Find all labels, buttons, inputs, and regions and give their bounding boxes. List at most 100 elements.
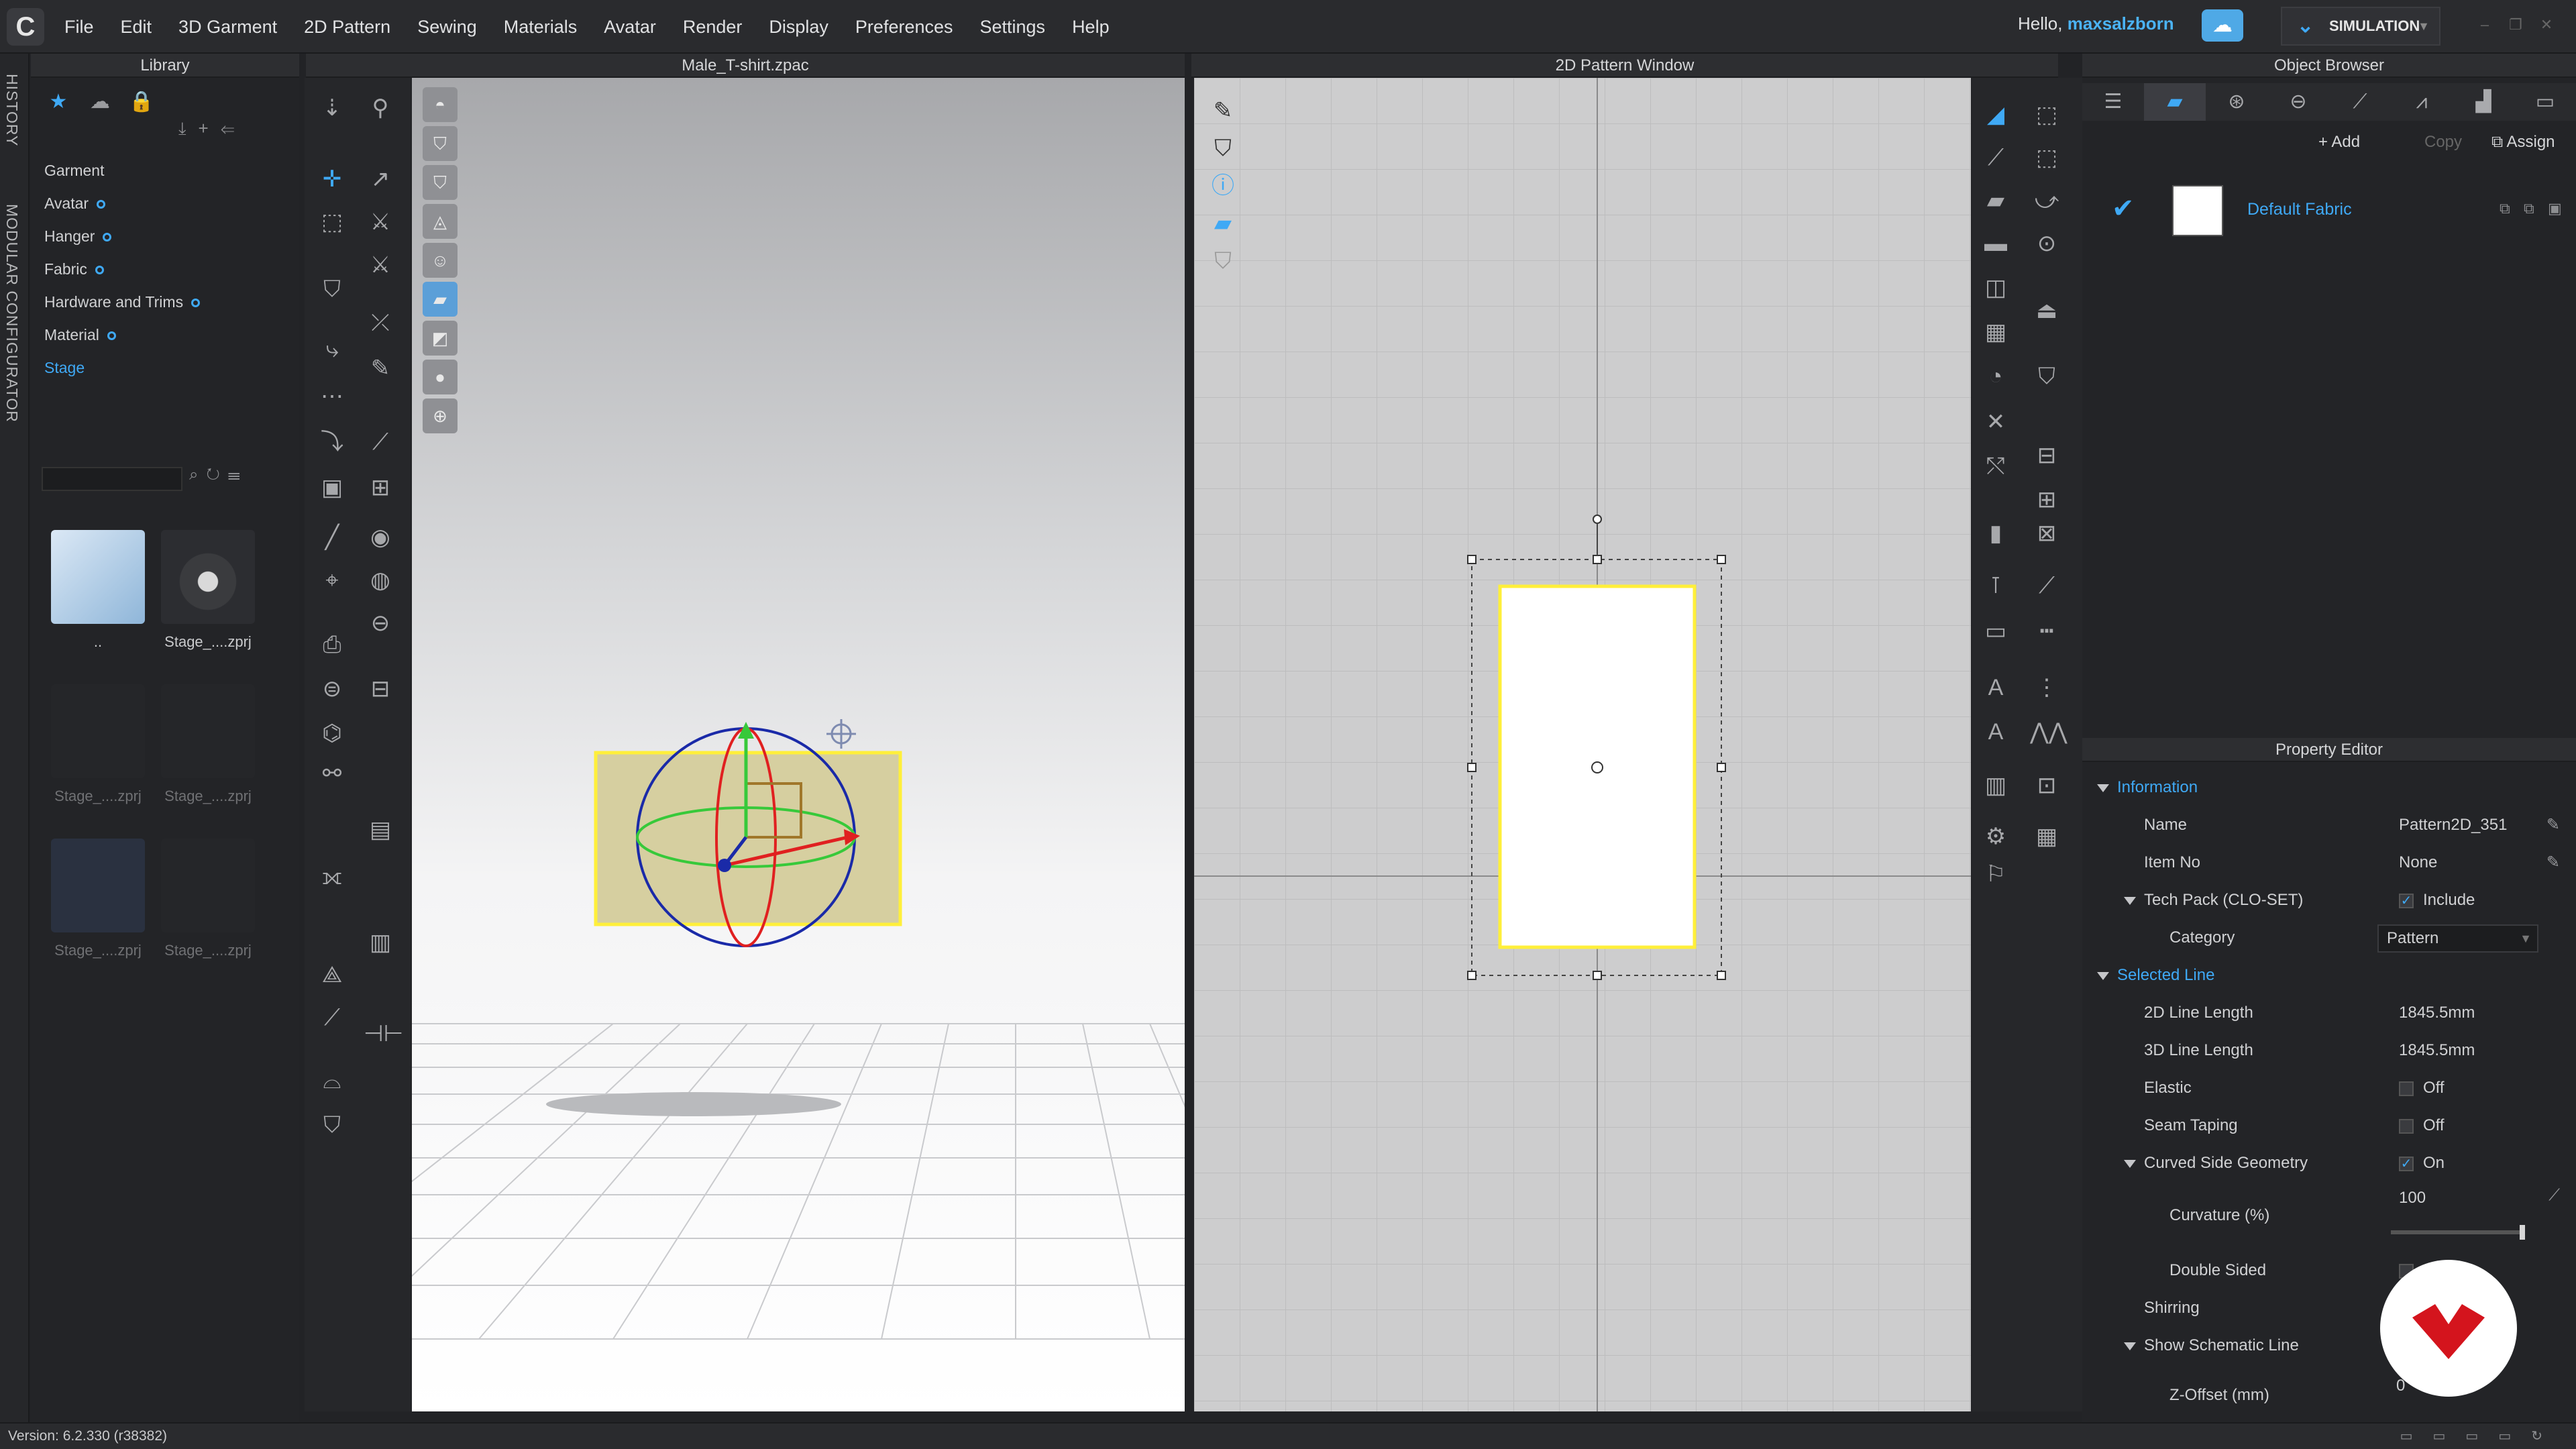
- button-icon[interactable]: ◉: [364, 521, 397, 554]
- internal-rectangle-icon[interactable]: ◫: [1979, 271, 2012, 305]
- tack-icon[interactable]: ⤫: [364, 306, 397, 339]
- transform-pattern-icon[interactable]: ◢: [1979, 98, 2012, 131]
- item-no-value[interactable]: None: [2399, 844, 2437, 881]
- menu-3d-garment[interactable]: 3D Garment: [178, 17, 277, 38]
- line-icon[interactable]: ╱: [315, 521, 349, 554]
- trim-tab-icon[interactable]: ▟: [2453, 83, 2514, 121]
- app-logo[interactable]: C: [7, 8, 44, 46]
- lock-icon[interactable]: 🔒: [121, 85, 162, 119]
- fabric-list-item[interactable]: ✔ Default Fabric ⧉ ⧉ ▣: [2102, 181, 2565, 239]
- menu-display[interactable]: Display: [769, 17, 828, 38]
- library-item-garment[interactable]: Garment: [44, 154, 200, 187]
- fabric-grain-icon[interactable]: ▥: [1979, 769, 2012, 802]
- avatar-icon[interactable]: ⚯: [315, 757, 349, 790]
- triangle-down-icon[interactable]: [2124, 1159, 2136, 1168]
- chevron-down-icon[interactable]: ▼: [2418, 8, 2430, 44]
- fabric-view-icon[interactable]: ▰: [1206, 207, 1240, 244]
- menu-sewing[interactable]: Sewing: [417, 17, 477, 38]
- shirt-trace-icon[interactable]: ⛉: [2030, 360, 2063, 393]
- view-avatar-icon[interactable]: ☺: [423, 243, 458, 278]
- table-icon[interactable]: ▦: [2030, 820, 2063, 853]
- knife-icon[interactable]: ⟁: [315, 958, 349, 991]
- section-information[interactable]: Information: [2082, 769, 2565, 806]
- menu-render[interactable]: Render: [683, 17, 743, 38]
- search-icon[interactable]: ⌕: [189, 466, 206, 484]
- add-point-icon[interactable]: ⬚: [2030, 141, 2063, 174]
- library-item-fabric[interactable]: Fabric: [44, 253, 200, 286]
- list-view-icon[interactable]: ☰: [228, 466, 248, 484]
- grid-texture-icon[interactable]: ⊠: [2030, 517, 2063, 550]
- library-item-material[interactable]: Material: [44, 319, 200, 352]
- save-icon[interactable]: ▣: [2548, 200, 2562, 217]
- circle-point-icon[interactable]: ⊙: [2030, 227, 2063, 260]
- shirt-view-icon[interactable]: ⛉: [1206, 131, 1240, 169]
- stitch-icon[interactable]: ⋮: [2030, 671, 2063, 704]
- thumbnail-parent-folder[interactable]: ..: [48, 530, 148, 651]
- section-selected-line[interactable]: Selected Line: [2082, 957, 2565, 994]
- tab-modular-configurator[interactable]: MODULAR CONFIGURATOR: [3, 204, 21, 423]
- buttonhole-tab-icon[interactable]: ⊖: [2267, 83, 2329, 121]
- triangle-down-icon[interactable]: [2124, 1342, 2136, 1350]
- thumbnail-stage[interactable]: Stage_....zprj: [48, 839, 148, 959]
- info-icon[interactable]: ⓘ: [1206, 169, 1240, 207]
- topstitch-tab-icon[interactable]: ⟋: [2329, 83, 2391, 121]
- texture-icon[interactable]: ⊞: [364, 471, 397, 504]
- dart-icon[interactable]: ▦: [1979, 315, 2012, 349]
- view-globe-icon[interactable]: ⊕: [423, 398, 458, 433]
- pattern-texture-icon[interactable]: ⊞: [2030, 483, 2063, 517]
- username[interactable]: maxsalzborn: [2068, 13, 2174, 34]
- button-tab-icon[interactable]: ⊛: [2206, 83, 2267, 121]
- back-arrow-icon[interactable]: ⇐: [221, 118, 247, 138]
- selected-pattern-2d[interactable]: [1498, 584, 1697, 949]
- garment-icon[interactable]: ⛉: [315, 272, 349, 306]
- trace-icon[interactable]: ◔: [1979, 360, 2012, 393]
- menu-preferences[interactable]: Preferences: [855, 17, 953, 38]
- refresh-icon[interactable]: ↻: [206, 466, 227, 484]
- library-item-hanger[interactable]: Hanger: [44, 220, 200, 253]
- curved-geometry-checkbox[interactable]: ✓: [2399, 1156, 2414, 1171]
- pencil-icon[interactable]: ✎: [2546, 844, 2560, 881]
- pin-icon[interactable]: ⚔: [364, 205, 397, 239]
- thumbnail-stage[interactable]: Stage_....zprj: [48, 684, 148, 805]
- hanger-icon[interactable]: ⌖: [315, 564, 349, 597]
- photo-icon[interactable]: ▣: [315, 471, 349, 504]
- gizmo-icon[interactable]: ✛: [315, 162, 349, 196]
- library-item-hardware-and-trims[interactable]: Hardware and Trims: [44, 286, 201, 319]
- minimize-icon[interactable]: –: [2475, 16, 2494, 34]
- download-icon[interactable]: ⤓: [178, 118, 199, 138]
- add-folder-icon[interactable]: +: [199, 118, 221, 138]
- fitting-suit-icon[interactable]: ⚲: [364, 91, 397, 125]
- 3d-view-icon[interactable]: ▭: [2433, 1429, 2466, 1444]
- curve-point-icon[interactable]: ⤻: [2030, 184, 2063, 217]
- add-fabric-button[interactable]: + Add: [2318, 133, 2360, 152]
- curvature-value[interactable]: 100: [2399, 1179, 2426, 1217]
- trim-pattern-icon[interactable]: ⚙: [1979, 820, 2012, 853]
- copy-icon[interactable]: ⧉: [2500, 200, 2510, 217]
- pencil-icon[interactable]: ✎: [2546, 806, 2560, 844]
- 2d-pattern-window[interactable]: [1194, 78, 1971, 1411]
- view-mesh-icon[interactable]: ◬: [423, 204, 458, 239]
- assign-fabric-button[interactable]: ⧉ Assign: [2491, 133, 2555, 152]
- dual-view-icon[interactable]: ▭: [2498, 1429, 2531, 1444]
- trim-icon[interactable]: ⎙: [315, 628, 349, 661]
- select-mesh-icon[interactable]: ↗: [364, 162, 397, 196]
- segment-icon[interactable]: ⊟: [2030, 439, 2063, 472]
- segment-sewing-icon[interactable]: ⋯: [315, 380, 349, 413]
- text-icon[interactable]: A: [1979, 671, 2012, 704]
- transform-icon[interactable]: ⬚: [315, 205, 349, 239]
- menu-avatar[interactable]: Avatar: [604, 17, 656, 38]
- ruler-icon[interactable]: ⟋: [315, 1001, 349, 1034]
- zipper-tab-icon[interactable]: ▭: [2514, 83, 2576, 121]
- buttonhole-icon[interactable]: ◍: [364, 564, 397, 597]
- category-select[interactable]: Pattern ▼: [2377, 924, 2538, 953]
- zipper-icon[interactable]: ⊖: [364, 606, 397, 640]
- fabric-tab-icon[interactable]: ▰: [2144, 83, 2206, 121]
- pin-box-icon[interactable]: ⚔: [364, 248, 397, 282]
- slider-edit-icon[interactable]: ⟋: [2548, 1177, 2560, 1214]
- thumbnail-stage[interactable]: Stage_....zprj: [158, 684, 258, 805]
- topstitch-icon[interactable]: ⋀⋀: [2030, 715, 2068, 749]
- library-item-stage[interactable]: Stage: [44, 352, 200, 384]
- triangle-down-icon[interactable]: [2124, 896, 2136, 905]
- thumbnail-stage[interactable]: Stage_....zprj: [158, 839, 258, 959]
- pleat-icon[interactable]: ▮: [1979, 517, 2012, 550]
